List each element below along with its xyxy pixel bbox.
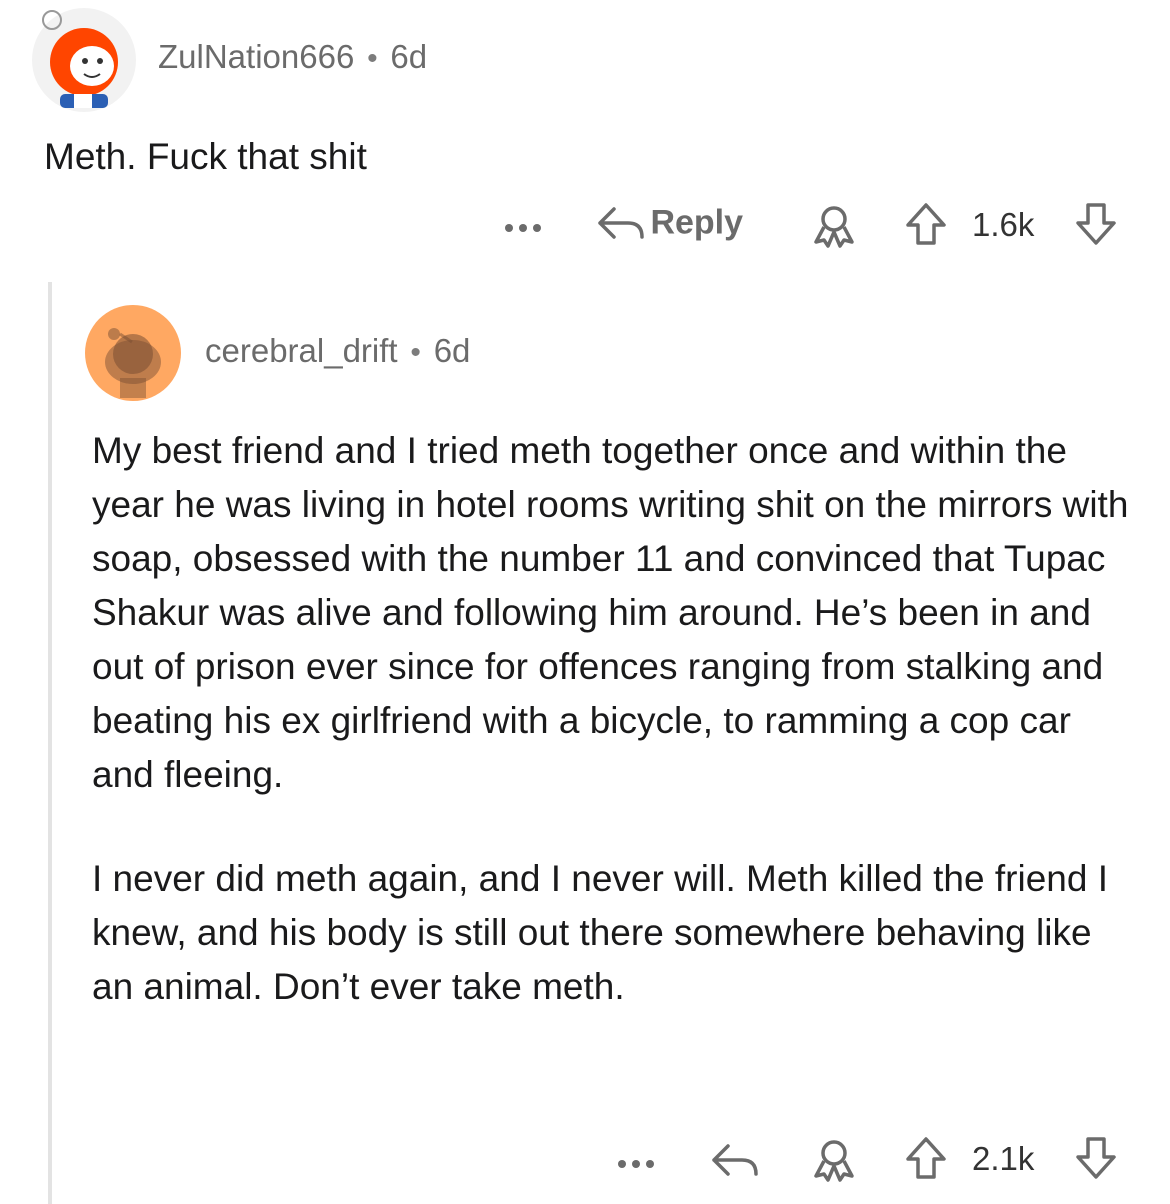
upvote-icon[interactable] xyxy=(904,201,948,247)
comment-age: 6d xyxy=(433,332,471,369)
snoo-avatar-icon xyxy=(32,8,136,112)
reply-comment: cerebral_drift • 6d My best friend and I… xyxy=(60,282,1170,1204)
vote-count: 1.6k xyxy=(972,206,1035,243)
username[interactable]: cerebral_drift xyxy=(205,332,398,369)
comment-meta: ZulNation666 • 6d xyxy=(158,38,427,76)
avatar[interactable] xyxy=(30,6,138,114)
more-icon[interactable] xyxy=(616,1154,656,1174)
reply-icon xyxy=(596,203,646,243)
username[interactable]: ZulNation666 xyxy=(158,38,354,75)
reply-icon[interactable] xyxy=(710,1140,760,1180)
comment-paragraph: I never did meth again, and I never will… xyxy=(92,858,1108,1007)
downvote-icon[interactable] xyxy=(1074,201,1118,247)
comment-paragraph: My best friend and I tried meth together… xyxy=(92,430,1129,795)
thread-line[interactable] xyxy=(48,282,52,1204)
comment-body: My best friend and I tried meth together… xyxy=(92,424,1132,1014)
award-icon[interactable] xyxy=(810,204,858,248)
separator-dot: • xyxy=(402,336,430,369)
reply-button[interactable]: Reply xyxy=(596,203,743,249)
parent-comment: ZulNation666 • 6d Meth. Fuck that shit R… xyxy=(0,0,1170,270)
upvote-icon[interactable] xyxy=(904,1135,948,1181)
comment-body: Meth. Fuck that shit xyxy=(44,136,367,177)
avatar[interactable] xyxy=(84,304,182,402)
comment-age: 6d xyxy=(390,38,428,75)
award-icon[interactable] xyxy=(810,1138,858,1182)
reply-label: Reply xyxy=(650,203,744,242)
vote-count: 2.1k xyxy=(972,1140,1035,1177)
comment-meta: cerebral_drift • 6d xyxy=(205,332,470,370)
more-icon[interactable] xyxy=(503,218,543,238)
downvote-icon[interactable] xyxy=(1074,1135,1118,1181)
separator-dot: • xyxy=(358,42,386,75)
snoo-avatar-icon xyxy=(85,305,181,401)
